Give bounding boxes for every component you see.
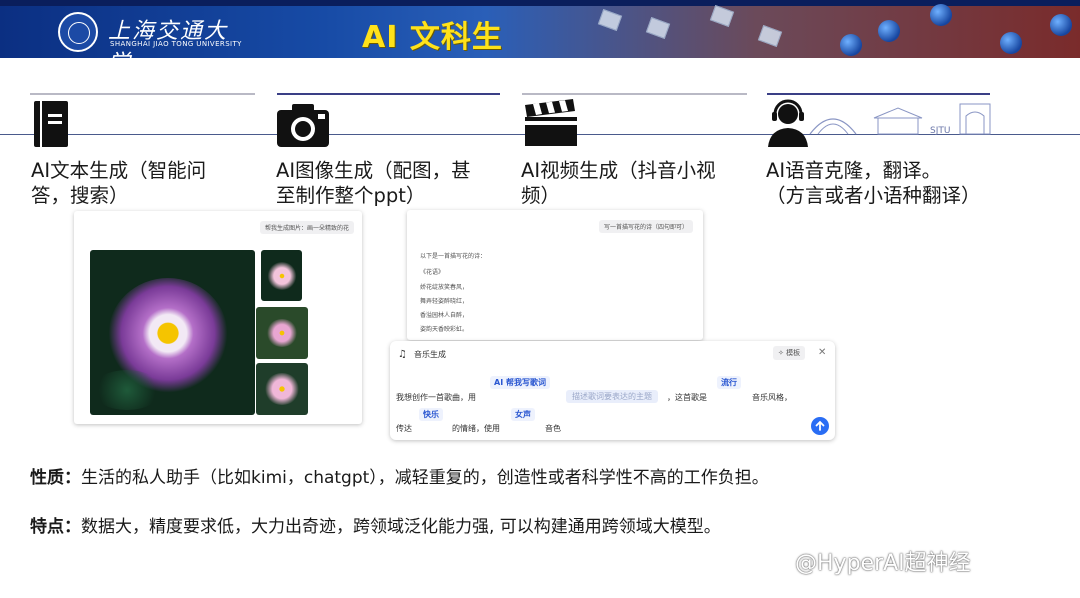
decor-tile [645,17,671,39]
header-banner: 上海交通大学 SHANGHAI JIAO TONG UNIVERSITY AI … [0,0,1080,58]
university-name-cn: 上海交通大学 [108,19,229,58]
svg-text:SJTU: SJTU [930,126,950,136]
mood-selector[interactable]: 快乐 [419,408,443,421]
prompt-use: 的情绪，使用 [452,424,500,433]
flower-image-thumb-1[interactable] [261,250,302,301]
slide-title: AI 文科生 [362,20,503,55]
poem-line: 香溢园林人自醉， [420,312,469,319]
decor-orb [930,4,952,26]
features-statement: 特点：数据大，精度要求低，大力出奇迹，跨领域泛化能力强, 可以构建通用跨领域大模… [30,512,721,537]
prompt-middle: ，这首歌是 [667,393,707,402]
prompt-suffix: 音乐风格， [752,393,792,402]
decor-tile [597,9,623,31]
decor-tile [709,5,735,27]
notebook-icon [34,101,68,147]
support-agent-icon [768,99,808,147]
category-divider [767,93,990,95]
category-divider [277,93,500,95]
decor-orb [1050,14,1072,36]
category-video-generation: AI视频生成（抖音小视 频） [521,159,716,207]
voice-selector[interactable]: 女声 [511,408,535,421]
features-text: 数据大，精度要求低，大力出奇迹，跨领域泛化能力强, 可以构建通用跨领域大模型。 [81,517,721,537]
ai-lyrics-tag[interactable]: AI 帮我写歌词 [490,376,550,389]
decor-orb [878,20,900,42]
poem-line: 《花语》 [420,269,445,276]
category-text-generation: AI文本生成（智能问 答，搜索） [31,159,207,207]
style-selector[interactable]: 流行 [717,376,741,389]
prompt-chip[interactable]: 写一首描写花的诗（四句即可） [598,220,693,233]
music-generation-panel: ♫ 音乐生成 ✧ 模板 ✕ AI 帮我写歌词 我想创作一首歌曲，用 描述歌词要表… [390,341,835,440]
flower-image-thumb-2[interactable] [256,307,308,359]
send-icon[interactable] [811,417,829,435]
category-voice-clone: AI语音克隆，翻译。 （方言或者小语种翻译） [766,159,981,207]
prompt-timbre: 音色 [545,424,561,433]
clapperboard-icon [525,99,577,146]
music-note-icon: ♫ [398,349,407,360]
decor-tile [757,25,783,47]
nature-label: 性质： [30,468,81,488]
flower-image-thumb-3[interactable] [256,363,308,415]
decor-orb [1000,32,1022,54]
close-icon[interactable]: ✕ [818,347,826,358]
category-divider [30,93,255,95]
banner-stripe [0,0,1080,6]
leaf [92,370,162,410]
lyrics-theme-input[interactable]: 描述歌词要表达的主题 [566,390,658,403]
category-divider [522,93,747,95]
poem-line: 娇花绽放笑春风， [420,284,469,291]
prompt-chip[interactable]: 帮我生成图片：画一朵精致的花 [259,221,354,234]
university-name-en: SHANGHAI JIAO TONG UNIVERSITY [110,40,242,48]
template-button[interactable]: ✧ 模板 [773,346,806,360]
campus-skyline-icon: SJTU [809,103,991,136]
decor-orb [840,34,862,56]
features-label: 特点： [30,517,81,537]
image-result-card: 帮我生成图片：画一朵精致的花 [74,211,362,424]
poem-line: 以下是一首描写花的诗： [420,253,487,260]
flower-image-main[interactable] [90,250,255,415]
poem-line: 姿韵天香映彩虹。 [420,326,469,333]
watermark: @HyperAI超神经 [795,551,971,576]
poem-line: 舞弄轻姿醉晓红， [420,298,469,305]
camera-icon [277,104,329,147]
prompt-convey: 传达 [396,424,412,433]
nature-text: 生活的私人助手（比如kimi，chatgpt），减轻重复的，创造性或者科学性不高… [81,468,769,488]
university-seal-icon [58,12,98,52]
university-logo: 上海交通大学 SHANGHAI JIAO TONG UNIVERSITY [58,10,248,58]
poem-result-card: 写一首描写花的诗（四句即可） 以下是一首描写花的诗： 《花语》 娇花绽放笑春风，… [407,210,703,340]
music-panel-title: 音乐生成 [414,350,446,359]
nature-statement: 性质：生活的私人助手（比如kimi，chatgpt），减轻重复的，创造性或者科学… [30,463,769,488]
prompt-prefix: 我想创作一首歌曲，用 [396,393,476,402]
category-image-generation: AI图像生成（配图，甚 至制作整个ppt） [276,159,471,207]
